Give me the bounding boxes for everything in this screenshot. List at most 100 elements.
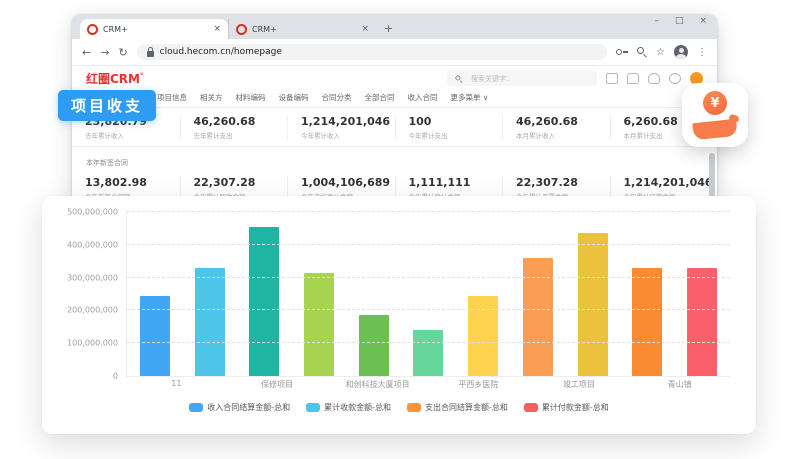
nav-item[interactable]: 设备编码 [279,92,309,103]
stat-cell: 100 今年累计支出 [395,115,503,140]
crm-favicon-icon [236,24,247,35]
crm-search-box[interactable] [447,71,597,86]
stat-value: 1,214,201,046 [301,115,395,128]
browser-tab[interactable]: CRM+ × [228,19,376,39]
yen-symbol: ¥ [710,96,719,111]
y-axis-tick: 0 [113,372,118,381]
legend-item[interactable]: 支出合同结算金额-总和 [407,402,508,413]
stat-cell: 1,004,106,689今年平均确认金额 [287,176,395,198]
money-icon-card[interactable]: ¥ [682,83,748,147]
yen-coin-icon: ¥ [703,91,727,115]
minimize-button[interactable]: – [654,17,659,26]
stat-value: 46,260.68 [194,115,288,128]
project-balance-badge-label: 项目收支 [71,97,143,115]
bell-icon[interactable] [648,73,660,84]
stat-cell: 22,307.28今年累计开票金额 [502,176,610,198]
forward-icon[interactable]: → [100,46,109,59]
new-tab-button[interactable]: + [384,22,393,35]
back-icon[interactable]: ← [82,46,91,59]
y-axis-tick: 300,000,000 [67,273,118,282]
legend-swatch [306,403,320,412]
gridline [127,277,730,278]
browser-toolbar: ← → ↻ cloud.hecom.cn/homepage ☆ ⋮ [72,39,717,66]
crm-header-right [447,71,703,86]
inbox-icon[interactable] [606,73,618,84]
stat-label: 本月累计收入 [516,130,610,140]
section-row: 本年新签合同 [72,146,717,169]
x-axis-label: 和创科技大厦项目 [327,379,428,390]
project-balance-badge: 项目收支 [58,90,156,121]
key-icon[interactable] [616,49,628,55]
stat-cell: 13,802.98今年新签合同额 [72,176,180,198]
nav-item[interactable]: 全部合同 [365,92,395,103]
stat-cell: 22,307.28今年累计回款金额 [180,176,288,198]
nav-item[interactable]: 相关方 [200,92,223,103]
browser-profile-avatar[interactable] [674,45,688,59]
nav-item[interactable]: 合同分类 [322,92,352,103]
search-icon [456,75,463,82]
browser-menu-icon[interactable]: ⋮ [697,47,707,58]
chart-bar[interactable] [195,268,225,376]
chart-bar[interactable] [578,233,608,376]
legend-swatch [407,403,421,412]
legend-item[interactable]: 收入合同结算金额-总和 [189,402,290,413]
x-axis-labels: 11保修项目和创科技大厦项目平西乡医院竣工项目青山镇 [126,379,730,390]
legend-item[interactable]: 累计收款金额-总和 [306,402,391,413]
nav-item[interactable]: 材料编码 [236,92,266,103]
tabs: CRM+×CRM+× [80,14,376,39]
stat-label: 今年累计支出 [409,130,503,140]
stat-cell: 1,111,111今年累计确认金额 [395,176,503,198]
chart-bar[interactable] [413,330,443,376]
x-axis-label: 保修项目 [227,379,328,390]
x-axis-label: 青山镇 [629,379,730,390]
address-bar[interactable]: cloud.hecom.cn/homepage [137,44,607,60]
zoom-icon[interactable] [637,47,647,57]
y-axis-tick: 500,000,000 [67,208,118,217]
legend-label: 收入合同结算金额-总和 [207,402,290,413]
x-axis-label: 竣工项目 [529,379,630,390]
legend-swatch [189,403,203,412]
section-title: 本年新签合同 [86,159,128,167]
gridline [127,309,730,310]
y-axis-labels: 500,000,000400,000,000300,000,000200,000… [48,212,118,376]
chat-icon[interactable] [627,73,639,84]
stat-value: 22,307.28 [194,176,288,189]
y-axis-tick: 100,000,000 [67,339,118,348]
legend-swatch [524,403,538,412]
maximize-button[interactable]: □ [675,17,684,26]
chart-bar[interactable] [359,315,389,376]
chart-bar[interactable] [249,227,279,376]
tab-close-icon[interactable]: × [213,25,221,34]
stat-label: 去年累计收入 [85,130,180,140]
hand-icon [692,119,738,141]
tab-title: CRM+ [252,25,356,34]
chart-bar[interactable] [687,268,717,376]
bookmark-star-icon[interactable]: ☆ [656,47,665,58]
stat-value: 100 [409,115,503,128]
legend-label: 累计付款金额-总和 [542,402,609,413]
crm-logo-mark: ° [140,72,144,80]
close-button[interactable]: × [699,17,707,26]
chart-card: 500,000,000400,000,000300,000,000200,000… [42,196,756,434]
stat-cell: 46,260.68本月累计收入 [502,115,610,140]
legend-item[interactable]: 累计付款金额-总和 [524,402,609,413]
nav-item[interactable]: 收入合同 [408,92,438,103]
search-input[interactable] [469,74,573,84]
gridline [127,211,730,212]
stat-value: 13,802.98 [85,176,180,189]
y-axis-tick: 400,000,000 [67,240,118,249]
page-scrollbar[interactable] [709,153,715,197]
gear-icon[interactable] [669,73,681,84]
nav-item[interactable]: 更多菜单 ∨ [451,92,489,103]
tab-strip: CRM+×CRM+× + –□× [72,14,717,39]
browser-tab[interactable]: CRM+× [80,19,228,39]
tab-close-icon[interactable]: × [361,25,369,34]
nav-item[interactable]: 项目信息 [157,92,187,103]
stat-value: 1,214,201,046 [624,176,718,189]
chart-bar[interactable] [140,296,170,376]
refresh-icon[interactable]: ↻ [118,46,127,59]
chart-bar[interactable] [468,296,498,376]
chart-bar[interactable] [632,268,662,376]
chart-bar[interactable] [304,273,334,376]
stat-value: 1,111,111 [409,176,503,189]
